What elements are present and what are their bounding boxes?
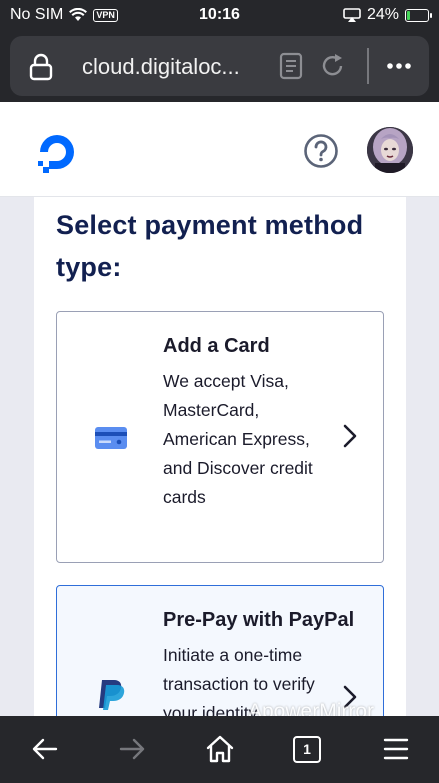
credit-card-icon — [95, 427, 127, 449]
reader-view-icon[interactable] — [278, 52, 304, 80]
url-bar-divider — [367, 48, 369, 84]
add-card-title: Add a Card — [163, 335, 270, 357]
help-icon[interactable] — [303, 133, 339, 169]
tabs-button[interactable]: 1 — [293, 736, 321, 763]
digitalocean-logo-icon[interactable] — [34, 129, 80, 175]
paypal-title: Pre-Pay with PayPal — [163, 609, 355, 631]
paypal-icon — [99, 680, 125, 710]
paypal-option[interactable]: Pre-Pay with PayPal Initiate a one-time … — [56, 585, 384, 716]
screen-mirroring-icon — [343, 8, 361, 22]
browser-bottom-toolbar: 1 — [0, 716, 439, 783]
payment-panel: Select payment method type: Add a Card W… — [34, 197, 406, 716]
add-card-description: We accept Visa, MasterCard, American Exp… — [163, 371, 313, 507]
user-avatar-image — [367, 127, 413, 173]
avatar[interactable] — [367, 127, 413, 173]
site-header — [0, 102, 439, 197]
battery-icon — [405, 8, 432, 22]
battery-percent: 24% — [366, 6, 399, 23]
chevron-right-icon — [343, 424, 357, 448]
add-card-option[interactable]: Add a Card We accept Visa, MasterCard, A… — [56, 311, 384, 563]
battery-level-fill — [407, 10, 411, 20]
back-arrow-icon[interactable] — [30, 734, 60, 764]
menu-icon[interactable] — [381, 734, 411, 764]
page-title: Select payment method type: — [56, 210, 364, 282]
url-text[interactable]: cloud.digitaloc... — [82, 54, 272, 80]
browser-toolbar: cloud.digitaloc... — [0, 30, 439, 102]
forward-arrow-icon[interactable] — [117, 734, 147, 764]
address-bar[interactable]: cloud.digitaloc... — [10, 36, 429, 96]
lock-icon — [29, 53, 53, 81]
reload-icon[interactable] — [319, 52, 347, 80]
more-options-icon[interactable] — [384, 54, 414, 78]
main-content: Select payment method type: Add a Card W… — [0, 197, 439, 716]
status-bar: No SIM VPN 10:16 24% — [0, 0, 439, 30]
home-icon[interactable] — [205, 734, 235, 764]
